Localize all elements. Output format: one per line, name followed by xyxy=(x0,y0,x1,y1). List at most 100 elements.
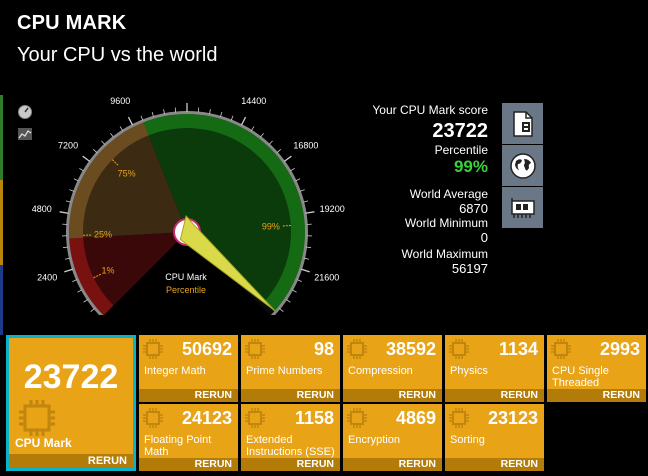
gauge-major-tick xyxy=(127,116,134,126)
cpu-chip-icon xyxy=(449,408,469,428)
gauge-percentile-marker: 75% xyxy=(118,169,136,179)
page-title: CPU MARK xyxy=(17,12,127,34)
rerun-button[interactable]: RERUN xyxy=(343,389,442,402)
tile-encryption[interactable]: 4869 Encryption RERUN xyxy=(343,404,442,471)
score-panel: Your CPU Mark score 23722 Percentile 99%… xyxy=(318,103,488,276)
world-max-value: 56197 xyxy=(451,261,488,276)
gauge-major-tick xyxy=(305,211,315,214)
gauge-percentile-tick xyxy=(282,224,291,227)
globe-button[interactable] xyxy=(502,145,543,186)
tile-label: Extended Instructions (SSE) xyxy=(246,434,335,458)
rerun-button[interactable]: RERUN xyxy=(445,389,544,402)
tile-score: 1158 xyxy=(294,408,334,428)
document-button[interactable] xyxy=(502,103,543,144)
cpu-chip-icon xyxy=(347,408,367,428)
tile-score: 4869 xyxy=(395,408,436,428)
gauge-minor-tick xyxy=(295,178,301,182)
gauge-minor-tick xyxy=(79,168,84,172)
cpu-mark-score: 23722 xyxy=(23,358,119,396)
tile-score: 98 xyxy=(313,339,334,359)
rerun-button[interactable]: RERUN xyxy=(241,458,340,471)
gauge-center-label: CPU Mark xyxy=(165,272,207,282)
cpu-chip-icon xyxy=(19,400,55,436)
gauge-major-tick xyxy=(283,155,292,162)
tile-label: Sorting xyxy=(450,434,485,446)
gauge-percentile-marker: 25% xyxy=(94,230,112,240)
gauge-tick-label: 2400 xyxy=(37,272,57,282)
gauge-tick-label: 7200 xyxy=(58,141,78,151)
rerun-button[interactable]: RERUN xyxy=(139,389,238,402)
gauge-percentile-marker: 99% xyxy=(262,222,280,232)
rerun-button[interactable]: RERUN xyxy=(241,389,340,402)
gauge-minor-tick xyxy=(110,132,114,138)
cpu-chip-icon xyxy=(551,339,571,359)
gauge-minor-tick xyxy=(92,149,98,153)
cpu-mark-rerun-button[interactable]: RERUN xyxy=(9,454,133,468)
gauge-tick-label: 14400 xyxy=(241,96,266,106)
rerun-button[interactable]: RERUN xyxy=(547,389,646,402)
gauge-minor-tick xyxy=(101,140,106,145)
gauge-major-tick xyxy=(64,268,74,273)
world-average-value: 6870 xyxy=(459,201,488,216)
tile-floating-point-math[interactable]: 24123 Floating Point Math RERUN xyxy=(139,404,238,471)
tile-physics[interactable]: 1134 Physics RERUN xyxy=(445,335,544,402)
tile-label: Encryption xyxy=(348,434,400,446)
tile-score: 1134 xyxy=(498,339,538,359)
cpu-chip-icon xyxy=(245,339,265,359)
gauge-minor-tick xyxy=(290,168,295,172)
cpu-mark-tile[interactable]: 23722 CPU Mark RERUN xyxy=(6,335,136,471)
tile-label: Physics xyxy=(450,365,488,377)
gauge-minor-tick xyxy=(77,289,83,293)
gauge-minor-tick xyxy=(83,299,88,303)
tile-label: Prime Numbers xyxy=(246,365,323,377)
rerun-button[interactable]: RERUN xyxy=(445,458,544,471)
page-subtitle: Your CPU vs the world xyxy=(17,44,218,66)
hardware-card-icon xyxy=(510,197,535,218)
world-average-label: World Average xyxy=(409,187,488,201)
tile-label: Floating Point Math xyxy=(144,434,212,458)
gauge-minor-tick xyxy=(268,140,273,145)
gauge-percentile-marker: 1% xyxy=(101,266,114,276)
gauge-minor-tick xyxy=(291,289,297,293)
tile-sorting[interactable]: 23123 Sorting RERUN xyxy=(445,404,544,471)
tile-integer-math[interactable]: 50692 Integer Math RERUN xyxy=(139,335,238,402)
cpu-chip-icon xyxy=(143,408,163,428)
cpu-chip-icon xyxy=(449,339,469,359)
gauge-tick-label: 4800 xyxy=(32,204,52,214)
score-value: 23722 xyxy=(432,120,488,142)
tile-prime-numbers[interactable]: 98 Prime Numbers RERUN xyxy=(241,335,340,402)
gauge-minor-tick xyxy=(279,308,284,312)
tile-label: Compression xyxy=(348,365,413,377)
tile-score: 24123 xyxy=(181,408,232,428)
gauge-minor-tick xyxy=(90,308,95,312)
globe-icon xyxy=(509,152,536,179)
tile-score: 2993 xyxy=(599,339,640,359)
gauge-tick-label: 16800 xyxy=(293,141,318,151)
cpu-mark-label: CPU Mark xyxy=(15,436,72,450)
cpu-chip-icon xyxy=(143,339,163,359)
world-min-label: World Minimum xyxy=(404,216,488,230)
tile-cpu-single-threaded[interactable]: 2993 CPU Single Threaded RERUN xyxy=(547,335,646,402)
rerun-button[interactable]: RERUN xyxy=(343,458,442,471)
gauge-center-sublabel: Percentile xyxy=(166,285,206,295)
gauge-minor-tick xyxy=(119,126,124,131)
tile-label: Integer Math xyxy=(144,365,206,377)
percentile-value: 99% xyxy=(453,157,488,176)
hardware-card-button[interactable] xyxy=(502,187,543,228)
gauge-minor-tick xyxy=(260,132,264,138)
tile-score: 38592 xyxy=(385,339,436,359)
gauge-major-tick xyxy=(59,211,69,214)
gauge-minor-tick xyxy=(296,279,302,283)
cpu-chip-icon xyxy=(347,339,367,359)
gauge-tick-label: 9600 xyxy=(110,96,130,106)
document-icon xyxy=(512,110,533,137)
tile-compression[interactable]: 38592 Compression RERUN xyxy=(343,335,442,402)
gauge-minor-tick xyxy=(73,178,79,182)
world-min-value: 0 xyxy=(480,230,488,245)
gauge-minor-tick xyxy=(286,299,291,303)
rerun-button[interactable]: RERUN xyxy=(139,458,238,471)
gauge-minor-tick xyxy=(276,149,282,153)
cpu-chip-icon xyxy=(245,408,265,428)
gauge-major-tick xyxy=(240,116,247,126)
tile-extended-instructions[interactable]: 1158 Extended Instructions (SSE) RERUN xyxy=(241,404,340,471)
